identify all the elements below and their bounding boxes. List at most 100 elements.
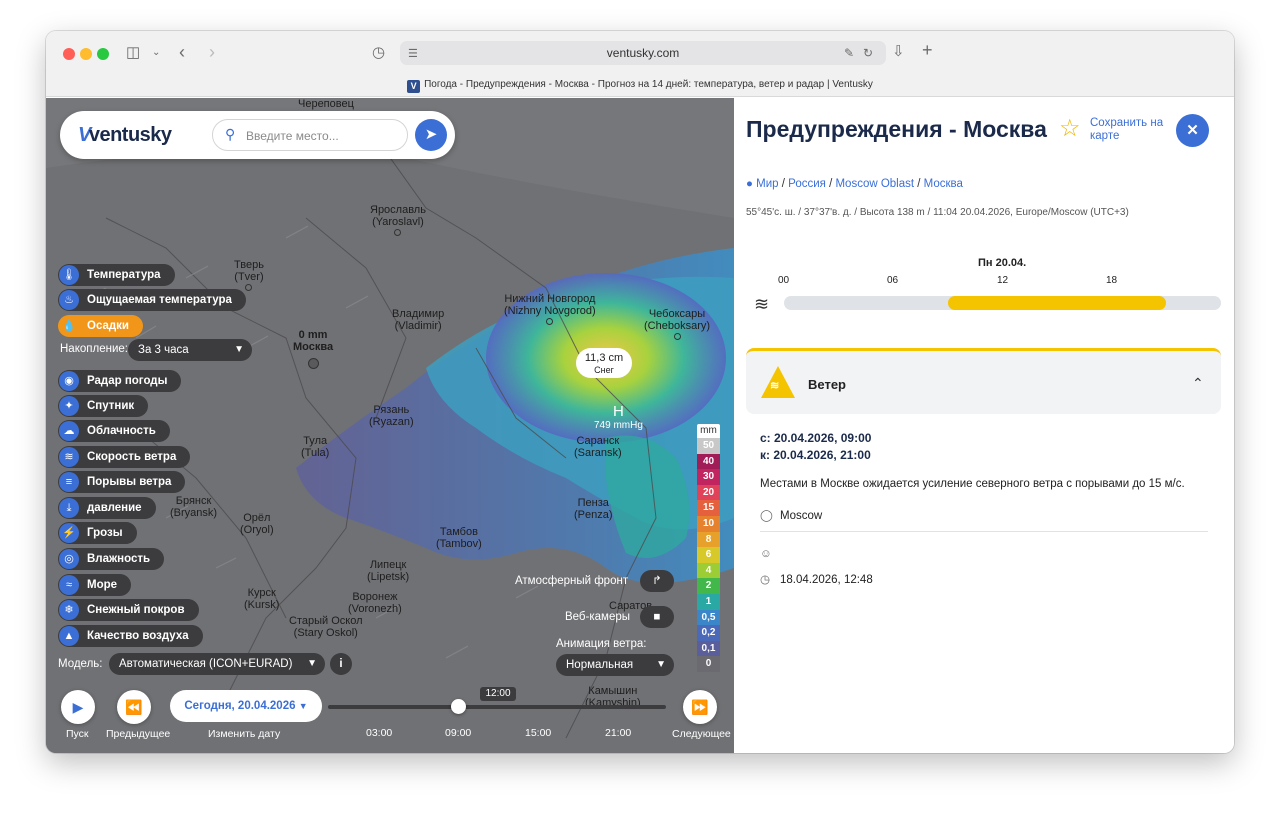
chevron-down-icon: ▼ [298, 701, 308, 711]
city-label[interactable]: Череповец [298, 98, 354, 110]
history-icon[interactable]: ◷ [372, 45, 385, 61]
reload-icon[interactable]: ↻ [863, 45, 873, 61]
city-name: Череповец [298, 98, 354, 110]
layer-feels-like[interactable]: ♨ Ощущаемая температура [58, 289, 246, 311]
layer-snow-cover[interactable]: ❄ Снежный покров [58, 599, 199, 621]
forward-icon[interactable]: › [209, 43, 215, 61]
legend-step: 30 [697, 469, 720, 485]
timeline-tick: 09:00 [445, 727, 472, 739]
weather-map[interactable]: Череповец Ярославль (Yaroslavl) Тверь (Tve… [46, 98, 734, 753]
layer-radar[interactable]: ◉ Радар погоды [58, 370, 182, 392]
save-to-map-link[interactable]: Сохранить на карте [1090, 117, 1170, 143]
city-label[interactable]: Тула (Tula) [301, 435, 329, 459]
address-bar[interactable]: ☰ ventusky.com ✎ ↻ [400, 41, 886, 65]
city-latin: (Oryol) [240, 524, 274, 536]
layer-wind-gusts[interactable]: ≡ Порывы ветра [58, 471, 186, 493]
location-meta: 55°45'с. ш. / 37°37'в. д. / Высота 138 m… [746, 207, 1129, 218]
previous-button[interactable]: ⏪ [117, 690, 151, 724]
info-icon[interactable]: i [330, 653, 352, 675]
legend-step: 50 [697, 438, 720, 454]
layer-clouds[interactable]: ☁ Облачность [58, 420, 170, 442]
city-latin: (Tula) [301, 447, 330, 459]
translate-icon[interactable]: ✎ [844, 45, 854, 61]
chevron-up-icon[interactable]: ⌃ [1192, 375, 1204, 392]
legend-step: 0,5 [697, 609, 720, 626]
model-select[interactable]: Автоматическая (ICON+EURAD) ▼ [109, 653, 325, 675]
city-name: Рязань [373, 404, 410, 416]
browser-window: ◫ ⌄ ‹ › ◷ ☰ ventusky.com ✎ ↻ ⇩ + V Погода… [46, 31, 1234, 753]
date-picker-button[interactable]: Сегодня, 20.04.2026 ▼ [170, 690, 322, 722]
popup-value: 11,3 cm [584, 352, 624, 364]
new-tab-icon[interactable]: + [922, 41, 933, 59]
city-latin: (Ryazan) [369, 416, 414, 428]
geolocate-button[interactable]: ➤ [415, 119, 447, 151]
timeline-handle[interactable] [451, 699, 466, 714]
layer-thunderstorms[interactable]: ⚡ Грозы [58, 522, 137, 544]
precipitation-popup[interactable]: 11,3 cm Снег [576, 348, 632, 378]
sidebar-icon[interactable]: ◫ [126, 45, 140, 61]
layer-air-quality[interactable]: ▲ Качество воздуха [58, 625, 203, 647]
warning-to: к: 20.04.2026, 21:00 [760, 448, 871, 462]
previous-caption: Предыдущее [106, 728, 171, 740]
city-label[interactable]: Нижний Новгород (Nizhny Novgorod) [504, 293, 596, 325]
layer-sea[interactable]: ≈ Море [58, 574, 132, 596]
city-name: Чебоксары [648, 308, 706, 320]
warning-from: с: 20.04.2026, 09:00 [760, 431, 872, 445]
chevron-down-icon[interactable]: ⌄ [152, 45, 160, 61]
city-label[interactable]: Тамбов (Tambov) [436, 526, 482, 550]
breadcrumb-world[interactable]: Мир [756, 178, 778, 190]
city-label[interactable]: Воронеж (Voronezh) [348, 591, 402, 615]
breadcrumb-city[interactable]: Москва [924, 178, 963, 190]
star-icon[interactable]: ☆ [1059, 114, 1081, 143]
next-button[interactable]: ⏩ [683, 690, 717, 724]
layer-wind-speed[interactable]: ≋ Скорость ветра [58, 446, 191, 468]
front-toggle[interactable]: ↱ [640, 570, 674, 592]
moscow-marker[interactable]: 0 mm Москва [293, 329, 333, 369]
chevron-down-icon: ▼ [307, 658, 317, 669]
layer-precipitation[interactable]: 💧 Осадки [58, 315, 144, 337]
city-name: Тамбов [439, 526, 478, 538]
back-icon[interactable]: ‹ [179, 43, 185, 61]
breadcrumb-country[interactable]: Россия [788, 178, 826, 190]
search-input[interactable]: ⚲ Введите место... [212, 119, 408, 151]
close-panel-button[interactable]: ✕ [1176, 114, 1209, 147]
zoom-window-button[interactable] [97, 48, 109, 60]
fast-forward-icon: ⏩ [691, 699, 709, 715]
layer-pressure[interactable]: ⤓ давление [58, 497, 156, 519]
warning-description: Местами в Москве ожидается усиление севе… [760, 478, 1185, 490]
play-icon: ▶ [72, 699, 84, 715]
ventusky-logo[interactable]: Vventusky [78, 124, 172, 147]
layer-temperature[interactable]: 🌡 Температура [58, 264, 175, 286]
city-label[interactable]: Брянск (Bryansk) [170, 495, 217, 519]
wind-animation-select[interactable]: Нормальная ▼ [556, 654, 674, 676]
legend-step: 4 [697, 562, 720, 579]
city-label[interactable]: Старый Оскол (Stary Oskol) [289, 615, 363, 639]
city-label[interactable]: Пенза (Penza) [574, 497, 613, 521]
close-window-button[interactable] [63, 48, 75, 60]
city-label[interactable]: Курск (Kursk) [244, 587, 279, 611]
timeline-track[interactable] [328, 705, 666, 709]
layer-humidity[interactable]: ◎ Влажность [58, 548, 165, 570]
city-label[interactable]: Тверь (Tver) [234, 259, 264, 291]
city-label[interactable]: Саранск (Saransk) [574, 435, 622, 459]
accumulation-select[interactable]: За 3 часа ▼ [128, 339, 252, 361]
warning-timeline-bar[interactable] [784, 296, 1221, 310]
pressure-icon: ⤓ [59, 498, 79, 518]
city-label[interactable]: Рязань (Ryazan) [369, 404, 414, 428]
city-label[interactable]: Ярославль (Yaroslavl) [370, 204, 426, 236]
active-tab[interactable]: V Погода - Предупреждения - Москва - Прог… [46, 79, 1234, 93]
chevron-down-icon: ▼ [234, 344, 244, 355]
breadcrumb-region[interactable]: Moscow Oblast [835, 178, 914, 190]
city-label[interactable]: Липецк (Lipetsk) [367, 559, 409, 583]
webcams-toggle[interactable]: ■ [640, 606, 674, 628]
minimize-window-button[interactable] [80, 48, 92, 60]
layer-satellite[interactable]: ✦ Спутник [58, 395, 149, 417]
model-label: Модель: [58, 658, 103, 670]
moscow-name: Москва [293, 341, 334, 353]
warning-card[interactable]: ≋ Ветер ⌃ [746, 348, 1221, 414]
download-icon[interactable]: ⇩ [892, 44, 905, 60]
city-label[interactable]: Владимир (Vladimir) [392, 308, 444, 332]
city-label[interactable]: Чебоксары (Cheboksary) [644, 308, 710, 340]
play-button[interactable]: ▶ [61, 690, 95, 724]
city-label[interactable]: Орёл (Oryol) [240, 512, 274, 536]
